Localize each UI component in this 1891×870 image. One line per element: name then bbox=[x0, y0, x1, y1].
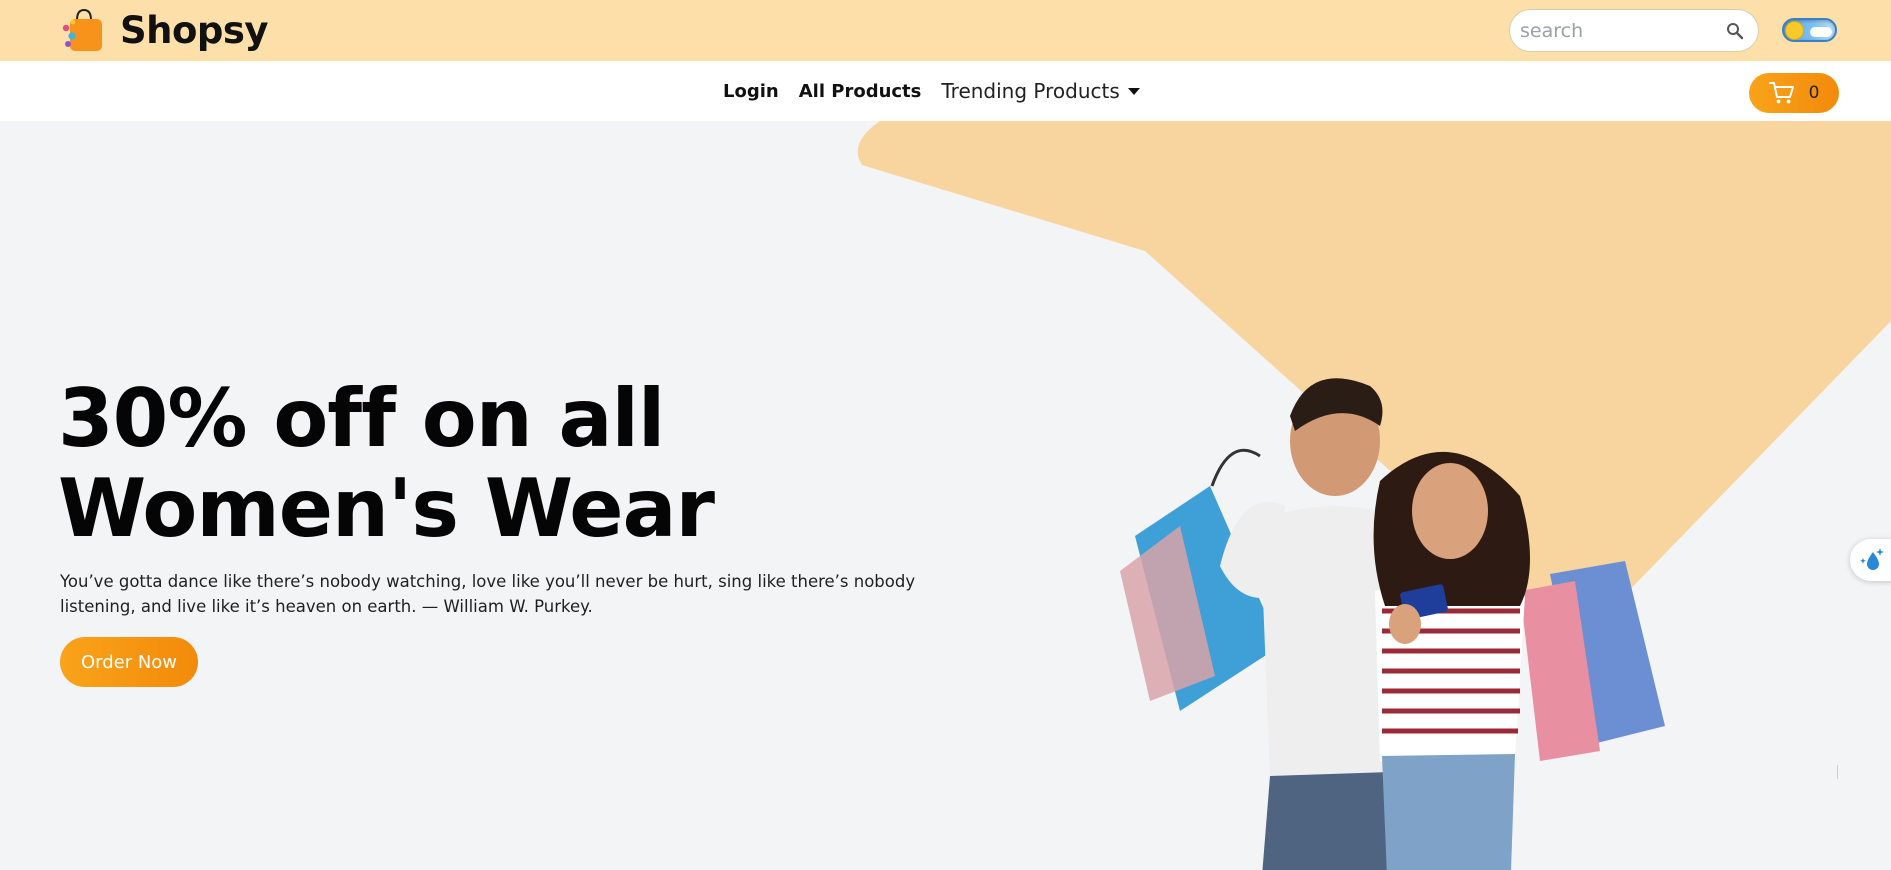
cloud-icon bbox=[1810, 27, 1832, 37]
hero-title-line-2: Women's Wear bbox=[58, 462, 715, 555]
hero-couple-shopping-image bbox=[1120, 378, 1665, 870]
accessibility-icon bbox=[1860, 548, 1884, 570]
hero-section: 30% off on all Women's Wear You’ve gotta… bbox=[0, 121, 1891, 870]
nav-all-products-link[interactable]: All Products bbox=[799, 81, 922, 102]
scroll-indicator bbox=[1837, 765, 1838, 779]
shopping-bag-icon bbox=[62, 8, 102, 51]
cart-button[interactable]: 0 bbox=[1749, 73, 1839, 113]
nav-login-link[interactable]: Login bbox=[723, 81, 779, 102]
hero-title-line-1: 30% off on all bbox=[58, 372, 665, 465]
cart-icon bbox=[1768, 82, 1794, 104]
nav-trending-label: Trending Products bbox=[941, 79, 1120, 103]
brand-name: Shopsy bbox=[120, 8, 269, 52]
nav-trending-dropdown[interactable]: Trending Products bbox=[941, 79, 1140, 103]
accessibility-widget[interactable] bbox=[1850, 539, 1891, 581]
main-nav: Login All Products Trending Products 0 bbox=[0, 61, 1891, 121]
theme-toggle[interactable] bbox=[1782, 18, 1837, 42]
search-icon[interactable] bbox=[1726, 22, 1744, 40]
brand-link[interactable]: Shopsy bbox=[60, 6, 269, 54]
caret-down-icon bbox=[1127, 87, 1140, 95]
nav-links: Login All Products Trending Products bbox=[723, 61, 1140, 121]
hero-quote: You’ve gotta dance like there’s nobody w… bbox=[60, 572, 916, 616]
search-box bbox=[1509, 9, 1759, 52]
order-now-button[interactable]: Order Now bbox=[60, 637, 198, 687]
top-header: Shopsy bbox=[0, 0, 1891, 61]
search-input[interactable] bbox=[1510, 10, 1715, 51]
sun-icon bbox=[1786, 22, 1803, 39]
cart-count-badge: 0 bbox=[1808, 83, 1820, 103]
hero-title: 30% off on all Women's Wear bbox=[58, 374, 818, 554]
